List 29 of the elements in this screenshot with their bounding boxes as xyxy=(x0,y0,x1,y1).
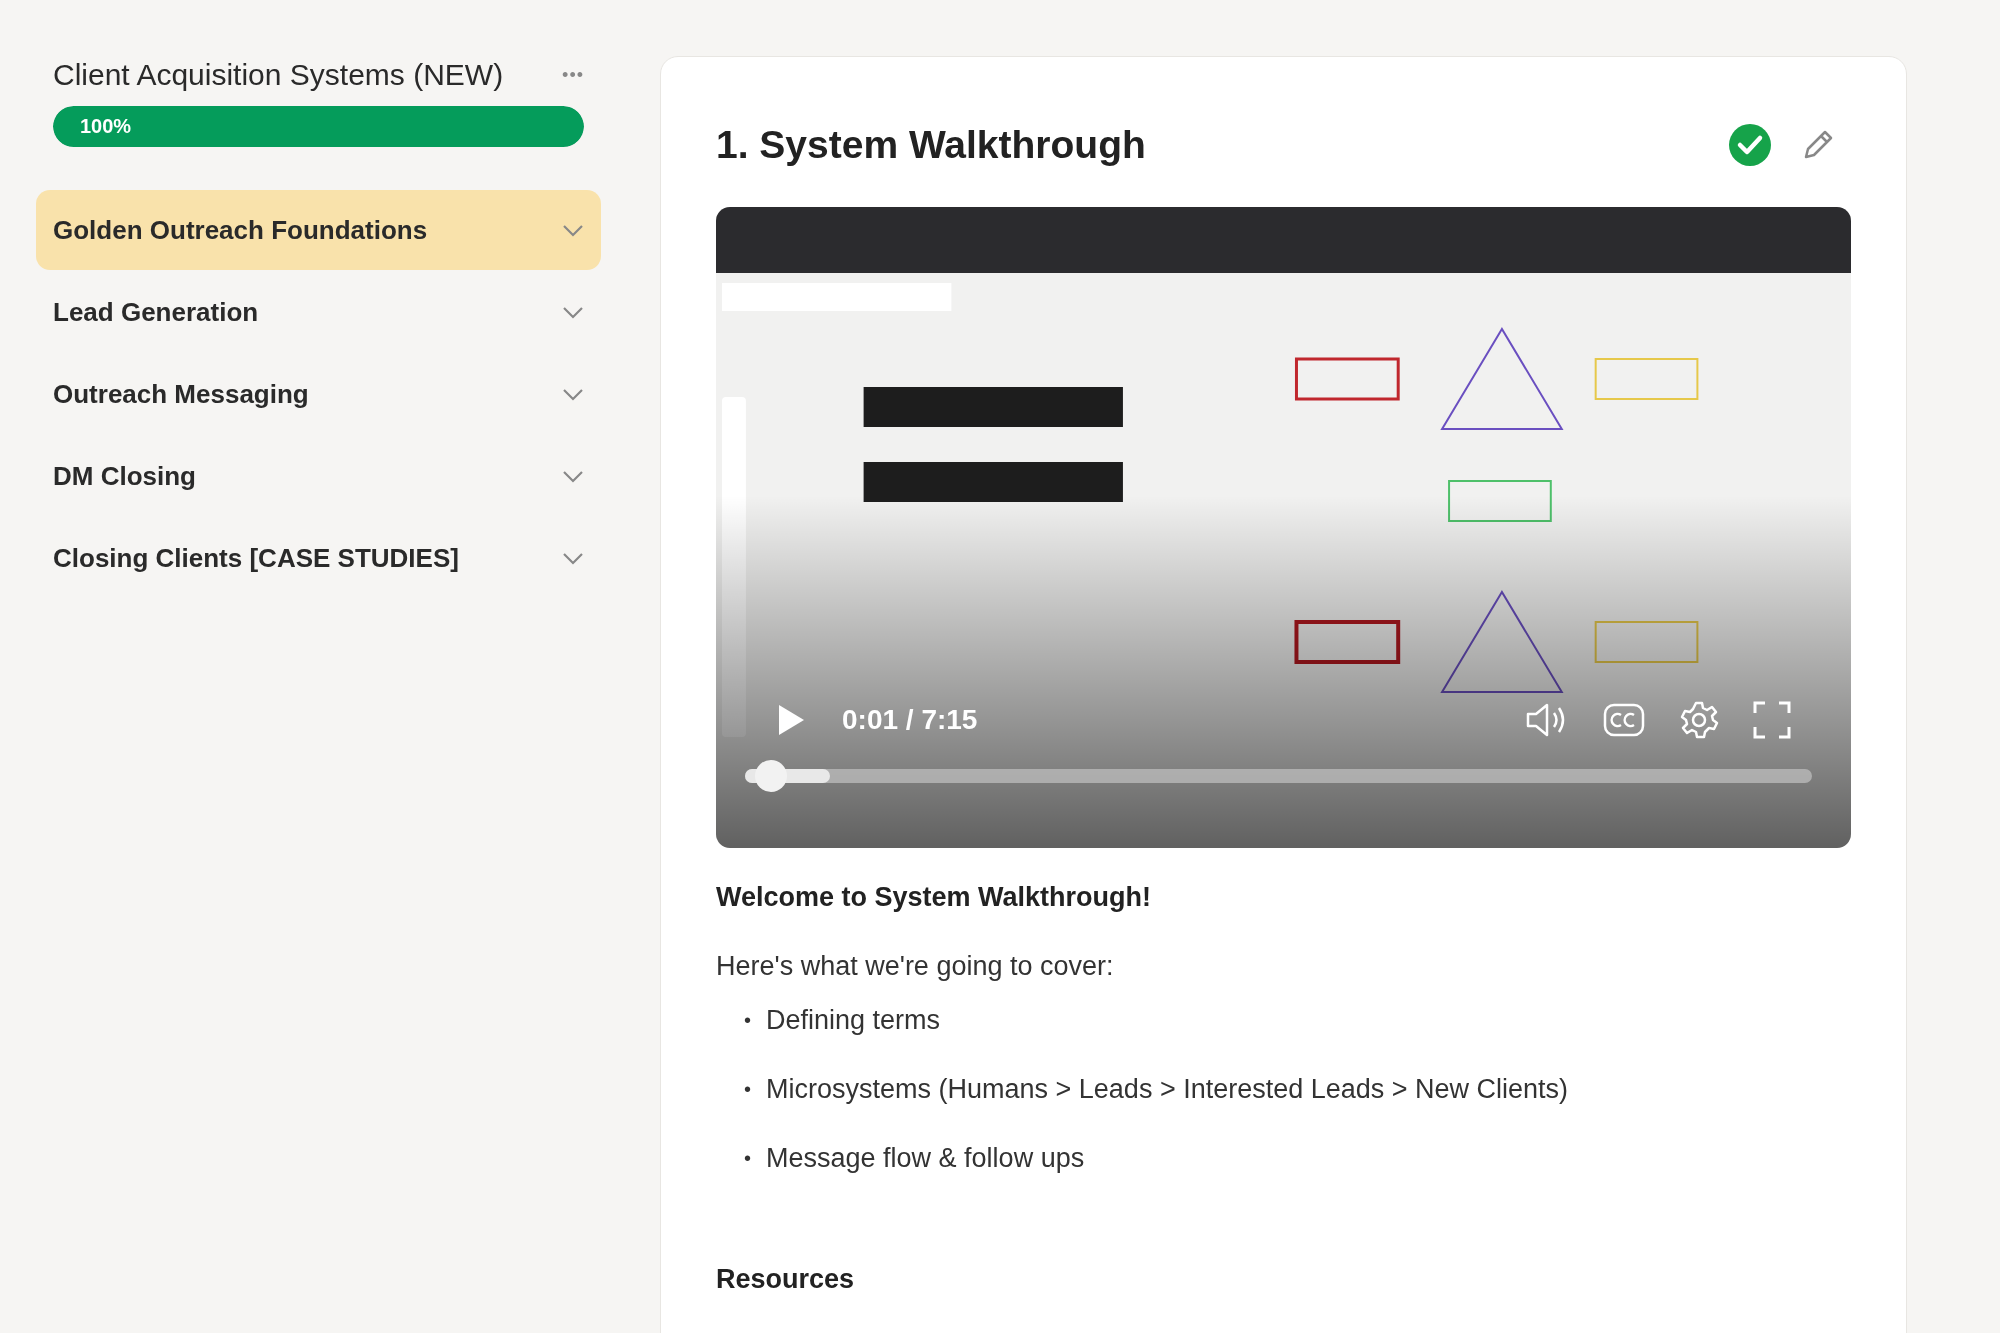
progress-label: 100% xyxy=(80,115,132,138)
intro-text: Here's what we're going to cover: xyxy=(716,951,1115,982)
chevron-icon xyxy=(562,469,584,483)
section-item[interactable]: Closing Clients [CASE STUDIES] xyxy=(36,518,601,598)
bullet-item: Message flow & follow ups xyxy=(766,1142,1085,1174)
settings-button[interactable] xyxy=(1679,700,1719,740)
intro-heading: Welcome to System Walkthrough! xyxy=(716,882,1153,913)
bullet-marker: • xyxy=(744,1008,751,1033)
chevron-icon xyxy=(562,387,584,401)
course-title: Client Acquisition Systems (NEW) xyxy=(53,58,504,92)
captions-button[interactable] xyxy=(1603,702,1645,738)
bullet-marker: • xyxy=(744,1146,751,1171)
check-icon[interactable] xyxy=(1728,123,1772,167)
resources-heading: Resources xyxy=(716,1264,856,1295)
lesson-title: 1. System Walkthrough xyxy=(716,123,1146,167)
section-item[interactable]: Golden Outreach Foundations xyxy=(36,190,601,270)
section-item[interactable]: Lead Generation xyxy=(36,272,601,352)
bullet-marker: • xyxy=(744,1077,751,1102)
play-button[interactable] xyxy=(776,703,806,737)
bullet-item: Microsystems (Humans > Leads > Interested Leads > New Clients) xyxy=(766,1073,1569,1105)
fullscreen-button[interactable] xyxy=(1753,701,1791,739)
section-item[interactable]: Outreach Messaging xyxy=(36,354,601,434)
bullet-item: Defining terms xyxy=(766,1004,941,1036)
section-item[interactable]: DM Closing xyxy=(36,436,601,516)
video-time: 0:01 / 7:15 xyxy=(842,704,979,736)
chevron-icon xyxy=(562,551,584,565)
chevron-icon xyxy=(562,305,584,319)
video-progress-slider[interactable] xyxy=(745,760,1812,792)
chevron-icon xyxy=(562,223,584,237)
